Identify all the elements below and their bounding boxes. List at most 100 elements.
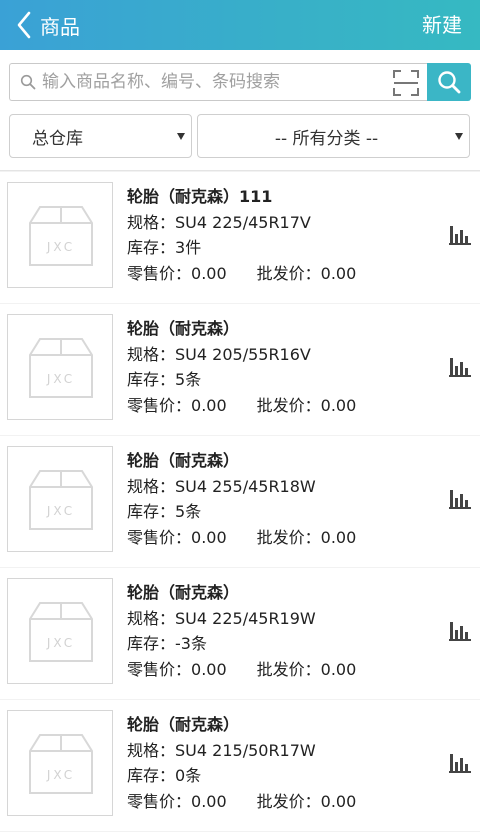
label-spec: 规格： <box>127 608 176 628</box>
product-spec: 规格：SU4 215/50R17W <box>127 738 356 764</box>
value-wholesale: 0.00 <box>320 791 357 811</box>
value-wholesale: 0.00 <box>320 527 357 547</box>
bar-chart-icon[interactable] <box>449 224 471 246</box>
box-placeholder-icon: JXC <box>29 734 93 794</box>
label-wholesale: 批发价： <box>256 263 321 283</box>
bar-chart-icon[interactable] <box>449 356 471 378</box>
value-retail: 0.00 <box>191 263 227 283</box>
product-name: 轮胎（耐克森） <box>127 583 240 602</box>
value-retail: 0.00 <box>191 395 227 415</box>
bar-chart-icon[interactable] <box>449 620 471 642</box>
product-prices: 零售价：0.00 批发价：0.00 <box>127 525 356 551</box>
thumbnail-watermark: JXC <box>46 636 75 650</box>
product-info: 轮胎（耐克森） 规格：SU4 205/55R16V 库存：5条 零售价：0.00… <box>127 316 356 418</box>
product-spec: 规格：SU4 255/45R18W <box>127 474 356 500</box>
label-wholesale: 批发价： <box>256 791 321 811</box>
product-info: 轮胎（耐克森） 规格：SU4 215/50R17W 库存：0条 零售价：0.00… <box>127 712 356 814</box>
product-info: 轮胎（耐克森） 规格：SU4 255/45R18W 库存：5条 零售价：0.00… <box>127 448 356 550</box>
thumbnail-watermark: JXC <box>46 768 75 782</box>
label-wholesale: 批发价： <box>256 395 321 415</box>
product-prices: 零售价：0.00 批发价：0.00 <box>127 657 356 683</box>
product-prices: 零售价：0.00 批发价：0.00 <box>127 393 356 419</box>
scan-icon[interactable] <box>393 70 419 96</box>
product-item[interactable]: JXC 轮胎（耐克森） 规格：SU4 215/50R17W 库存：0条 零售价：… <box>0 700 480 831</box>
value-spec: SU4 255/45R18W <box>175 476 316 496</box>
value-wholesale: 0.00 <box>320 263 357 283</box>
label-stock: 库存： <box>127 238 176 257</box>
label-stock: 库存： <box>127 766 176 785</box>
product-name: 轮胎（耐克森） <box>127 451 240 470</box>
search-icon <box>20 74 36 90</box>
product-spec: 规格：SU4 205/55R16V <box>127 342 356 368</box>
product-item[interactable]: JXC 轮胎（耐克森） 规格：SU4 225/45R19W 库存：-3条 零售价… <box>0 568 480 699</box>
category-select[interactable]: -- 所有分类 -- <box>197 114 470 158</box>
box-placeholder-icon: JXC <box>29 338 93 398</box>
product-stock: 库存：0条 <box>127 763 356 789</box>
value-stock: 5条 <box>175 502 202 521</box>
product-list: JXC 轮胎（耐克森）111 规格：SU4 225/45R17V 库存：3件 零… <box>0 172 480 832</box>
chevron-left-icon <box>17 11 31 39</box>
product-stock: 库存：3件 <box>127 235 356 261</box>
search-button[interactable] <box>427 63 471 101</box>
bar-chart-icon[interactable] <box>449 488 471 510</box>
value-spec: SU4 225/45R17V <box>175 212 311 232</box>
product-item[interactable]: JXC 轮胎（耐克森）111 规格：SU4 225/45R17V 库存：3件 零… <box>0 172 480 303</box>
product-spec: 规格：SU4 225/45R19W <box>127 606 356 632</box>
label-retail: 零售价： <box>127 791 192 811</box>
label-stock: 库存： <box>127 370 176 389</box>
value-spec: SU4 215/50R17W <box>175 740 316 760</box>
product-stock: 库存：5条 <box>127 499 356 525</box>
label-retail: 零售价： <box>127 659 192 679</box>
value-stock: 5条 <box>175 370 202 389</box>
label-stock: 库存： <box>127 502 176 521</box>
label-retail: 零售价： <box>127 527 192 547</box>
product-thumbnail: JXC <box>7 314 113 420</box>
label-spec: 规格： <box>127 740 176 760</box>
label-spec: 规格： <box>127 212 176 232</box>
value-retail: 0.00 <box>191 527 227 547</box>
category-select-value: -- 所有分类 -- <box>274 128 379 149</box>
value-retail: 0.00 <box>191 659 227 679</box>
box-placeholder-icon: JXC <box>29 602 93 662</box>
value-spec: SU4 205/55R16V <box>175 344 311 364</box>
label-wholesale: 批发价： <box>256 527 321 547</box>
product-name: 轮胎（耐克森） <box>127 715 240 734</box>
product-stock: 库存：-3条 <box>127 631 356 657</box>
dropdown-arrow-icon <box>455 132 463 140</box>
product-info: 轮胎（耐克森） 规格：SU4 225/45R19W 库存：-3条 零售价：0.0… <box>127 580 356 682</box>
product-thumbnail: JXC <box>7 446 113 552</box>
page-title: 商品 <box>40 14 80 39</box>
value-stock: 0条 <box>175 766 202 785</box>
product-thumbnail: JXC <box>7 710 113 816</box>
label-spec: 规格： <box>127 476 176 496</box>
label-spec: 规格： <box>127 344 176 364</box>
value-wholesale: 0.00 <box>320 659 357 679</box>
bar-chart-icon[interactable] <box>449 752 471 774</box>
value-stock: 3件 <box>175 238 202 257</box>
search-input[interactable] <box>42 72 372 92</box>
product-item[interactable]: JXC 轮胎（耐克森） 规格：SU4 205/55R16V 库存：5条 零售价：… <box>0 304 480 435</box>
filter-bar: 总仓库 -- 所有分类 -- <box>0 108 480 171</box>
product-info: 轮胎（耐克森）111 规格：SU4 225/45R17V 库存：3件 零售价：0… <box>127 184 356 286</box>
warehouse-select[interactable]: 总仓库 <box>9 114 192 158</box>
product-item[interactable]: JXC 轮胎（耐克森） 规格：SU4 255/45R18W 库存：5条 零售价：… <box>0 436 480 567</box>
value-retail: 0.00 <box>191 791 227 811</box>
dropdown-arrow-icon <box>177 132 185 140</box>
box-placeholder-icon: JXC <box>29 470 93 530</box>
product-stock: 库存：5条 <box>127 367 356 393</box>
product-name: 轮胎（耐克森）111 <box>127 187 273 206</box>
label-stock: 库存： <box>127 634 176 653</box>
value-spec: SU4 225/45R19W <box>175 608 316 628</box>
warehouse-select-value: 总仓库 <box>32 128 83 149</box>
new-button[interactable]: 新建 <box>422 0 462 50</box>
thumbnail-watermark: JXC <box>46 240 75 254</box>
product-thumbnail: JXC <box>7 182 113 288</box>
value-wholesale: 0.00 <box>320 395 357 415</box>
search-field <box>9 63 429 101</box>
thumbnail-watermark: JXC <box>46 504 75 518</box>
value-stock: -3条 <box>175 634 207 653</box>
thumbnail-watermark: JXC <box>46 372 75 386</box>
back-button[interactable]: 商品 <box>0 0 80 50</box>
product-spec: 规格：SU4 225/45R17V <box>127 210 356 236</box>
box-placeholder-icon: JXC <box>29 206 93 266</box>
